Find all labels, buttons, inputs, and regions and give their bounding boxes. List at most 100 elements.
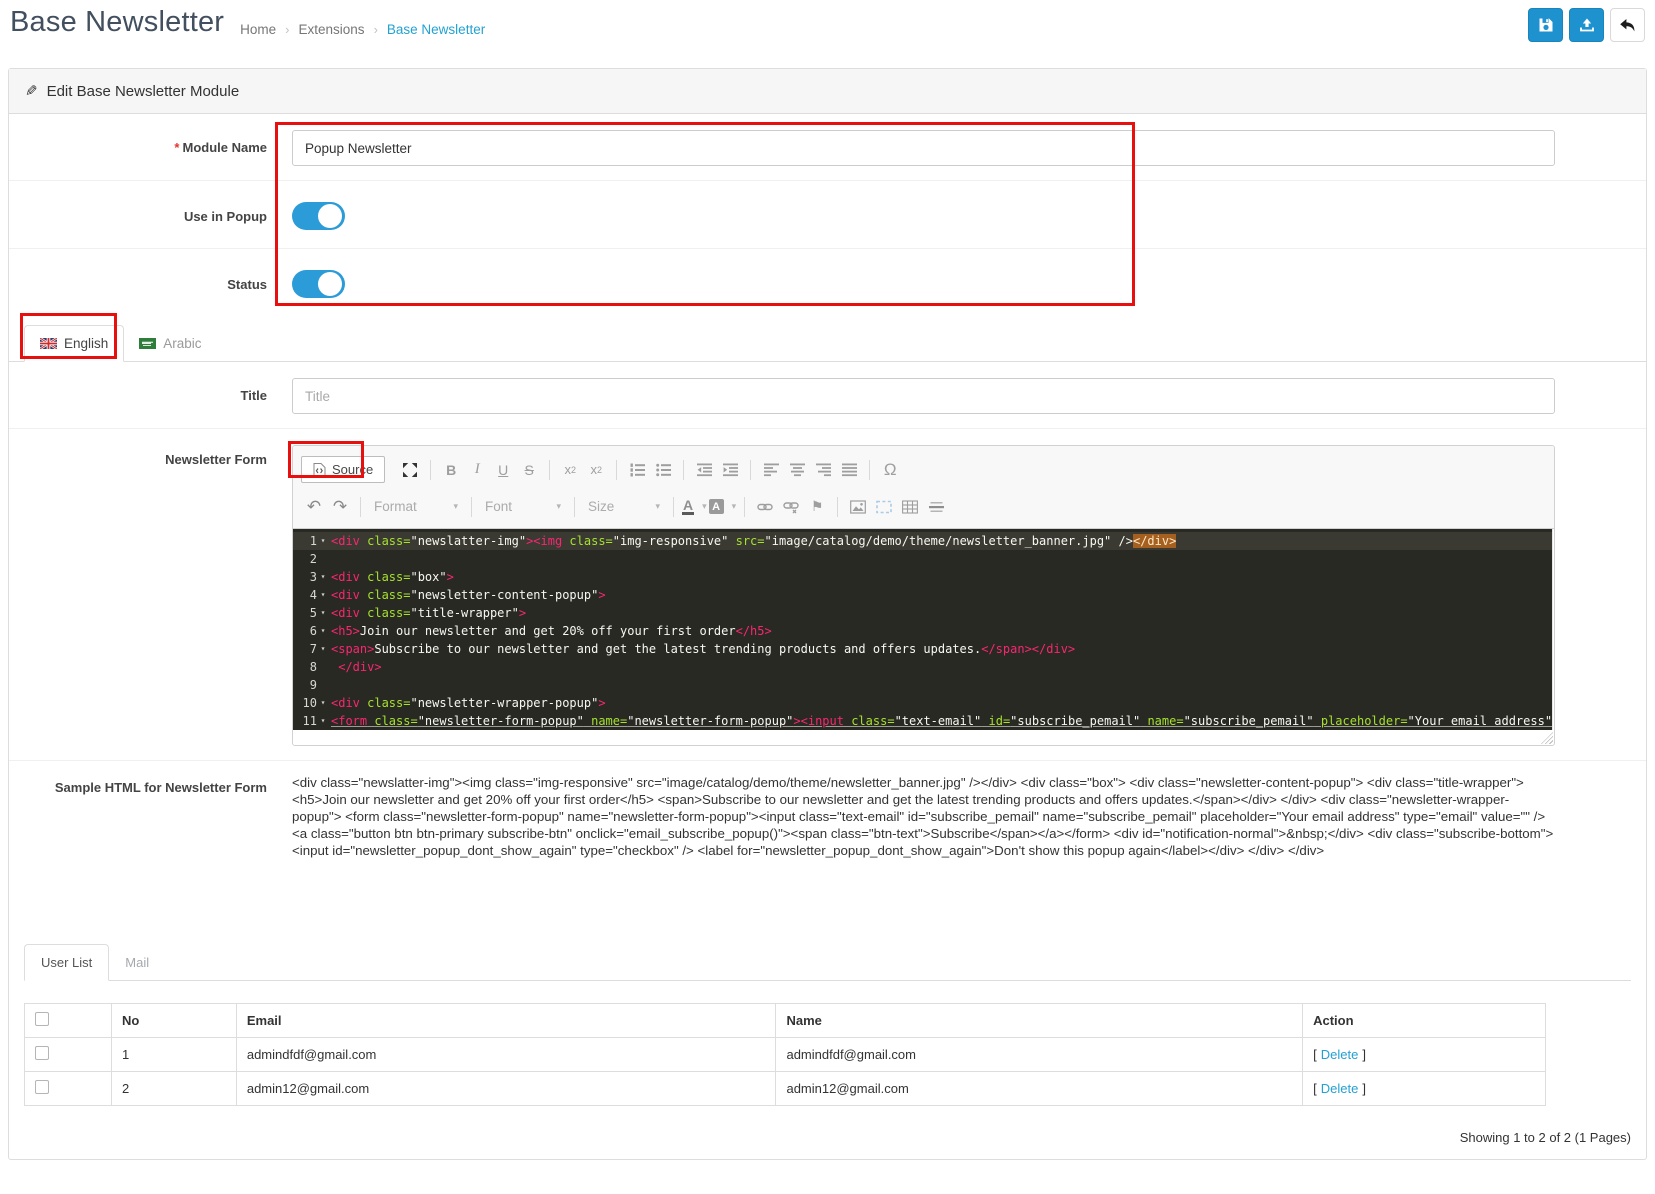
code-line: 10 ▾ <div class="newsletter-wrapper-popup"… bbox=[302, 696, 606, 710]
source-code-icon bbox=[313, 462, 326, 477]
col-header-email: Email bbox=[235, 1003, 777, 1038]
panel-heading-text: Edit Base Newsletter Module bbox=[46, 82, 240, 100]
upload-button[interactable] bbox=[1569, 8, 1604, 42]
row-checkbox[interactable] bbox=[35, 1080, 49, 1094]
fold-arrow-icon: ▾ bbox=[320, 536, 326, 545]
breadcrumb-base-newsletter[interactable]: Base Newsletter bbox=[387, 22, 485, 37]
select-all-checkbox[interactable] bbox=[35, 1012, 49, 1026]
chevron-down-icon: ▾ bbox=[655, 501, 660, 511]
code-lines: 1 ▾ <div class="newslatter-img"><img class… bbox=[293, 529, 1553, 730]
pencil-icon: ✎ bbox=[25, 83, 38, 100]
subscript-icon[interactable]: x2 bbox=[558, 458, 582, 482]
tab-arabic[interactable]: Arabic bbox=[124, 326, 216, 361]
status-group: Status bbox=[9, 249, 1646, 316]
fold-arrow-icon: ▾ bbox=[320, 698, 326, 707]
breadcrumb-extensions[interactable]: Extensions bbox=[299, 22, 365, 37]
fold-arrow-icon: ▾ bbox=[320, 608, 326, 617]
horizontal-rule-icon[interactable] bbox=[924, 495, 948, 519]
bold-icon[interactable]: B bbox=[439, 458, 463, 482]
ordered-list-icon[interactable] bbox=[625, 458, 649, 482]
module-name-label: * Module Name bbox=[174, 140, 267, 155]
tab-mail[interactable]: Mail bbox=[109, 945, 165, 980]
tab-user-list[interactable]: User List bbox=[24, 944, 110, 981]
editor-footer bbox=[293, 730, 1554, 745]
iframe-icon[interactable] bbox=[872, 495, 896, 519]
code-line: 6 ▾ <h5>Join our newsletter and get 20% of… bbox=[309, 624, 772, 638]
status-toggle[interactable] bbox=[292, 270, 345, 298]
increase-indent-icon[interactable] bbox=[718, 458, 742, 482]
code-line: 8 </div> bbox=[309, 658, 382, 676]
link-icon[interactable] bbox=[753, 495, 777, 519]
code-line: 7 ▾ <span>Subscribe to our newsletter and … bbox=[309, 642, 1076, 656]
maximize-icon[interactable] bbox=[398, 458, 422, 482]
unlink-icon[interactable] bbox=[779, 495, 803, 519]
decrease-indent-icon[interactable] bbox=[692, 458, 716, 482]
col-header-name: Name bbox=[775, 1003, 1304, 1038]
editor-toolbar: Source B I U S x 2 x 2 Ω ↶ ↷ Format ▾ Fo… bbox=[293, 446, 1554, 529]
reply-arrow-icon bbox=[1619, 18, 1636, 33]
anchor-flag-icon[interactable]: ⚑ bbox=[805, 495, 829, 519]
source-code-area[interactable]: 1 ▾ <div class="newslatter-img"><img class… bbox=[293, 529, 1554, 730]
cell-action: [Delete] bbox=[1302, 1071, 1546, 1106]
tab-arabic-label: Arabic bbox=[163, 336, 202, 351]
fold-arrow-icon: ▾ bbox=[320, 626, 326, 635]
background-color-icon[interactable]: A ▾ bbox=[708, 495, 736, 519]
delete-link[interactable]: Delete bbox=[1321, 1047, 1359, 1062]
table-row: 1 admindfdf@gmail.com admindfdf@gmail.co… bbox=[24, 1037, 1546, 1072]
superscript-icon[interactable]: x2 bbox=[584, 458, 608, 482]
justify-icon[interactable] bbox=[837, 458, 861, 482]
breadcrumb: Home › Extensions › Base Newsletter bbox=[240, 22, 485, 37]
chevron-down-icon: ▾ bbox=[556, 501, 561, 511]
delete-link[interactable]: Delete bbox=[1321, 1081, 1359, 1096]
breadcrumb-home[interactable]: Home bbox=[240, 22, 276, 37]
format-dropdown[interactable]: Format ▾ bbox=[368, 497, 464, 516]
required-asterisk: * bbox=[174, 140, 180, 155]
cell-no: 1 bbox=[110, 1037, 237, 1072]
redo-icon[interactable]: ↷ bbox=[328, 495, 352, 519]
cell-no: 2 bbox=[110, 1071, 237, 1106]
code-line: 1 ▾ <div class="newslatter-img"><img class… bbox=[293, 532, 1553, 550]
strikethrough-icon[interactable]: S bbox=[517, 458, 541, 482]
use-in-popup-group: Use in Popup bbox=[9, 181, 1646, 249]
source-button[interactable]: Source bbox=[301, 456, 386, 483]
italic-icon[interactable]: I bbox=[465, 458, 489, 482]
toggle-knob bbox=[318, 272, 342, 296]
align-right-icon[interactable] bbox=[811, 458, 835, 482]
newsletter-form-group: Newsletter Form Source B I U S x 2 x 2 Ω… bbox=[9, 429, 1646, 761]
undo-icon[interactable]: ↶ bbox=[302, 495, 326, 519]
editor-scrollbar[interactable] bbox=[1552, 529, 1554, 730]
resize-grip-icon[interactable] bbox=[1541, 732, 1553, 744]
module-name-group: * Module Name bbox=[9, 114, 1646, 181]
underline-icon[interactable]: U bbox=[491, 458, 515, 482]
upload-icon bbox=[1579, 17, 1595, 33]
source-button-label: Source bbox=[332, 462, 374, 477]
back-button[interactable] bbox=[1610, 8, 1645, 42]
align-left-icon[interactable] bbox=[759, 458, 783, 482]
fold-arrow-icon: ▾ bbox=[320, 572, 326, 581]
code-line: 4 ▾ <div class="newsletter-content-popup"> bbox=[309, 588, 606, 602]
text-color-icon[interactable]: A ▾ bbox=[682, 495, 707, 519]
tab-english[interactable]: English bbox=[24, 325, 125, 362]
row-checkbox[interactable] bbox=[35, 1046, 49, 1060]
special-char-icon[interactable]: Ω bbox=[878, 458, 902, 482]
image-icon[interactable] bbox=[846, 495, 870, 519]
ckeditor: Source B I U S x 2 x 2 Ω ↶ ↷ Format ▾ Fo… bbox=[292, 445, 1555, 746]
use-in-popup-toggle[interactable] bbox=[292, 202, 345, 230]
toggle-knob bbox=[318, 204, 342, 228]
font-dropdown[interactable]: Font ▾ bbox=[479, 497, 567, 516]
bullet-list-icon[interactable] bbox=[651, 458, 675, 482]
save-button[interactable] bbox=[1528, 8, 1563, 42]
module-name-input[interactable] bbox=[292, 130, 1555, 166]
col-header-action: Action bbox=[1302, 1003, 1546, 1038]
title-input[interactable] bbox=[292, 378, 1555, 414]
align-center-icon[interactable] bbox=[785, 458, 809, 482]
pagination-status: Showing 1 to 2 of 2 (1 Pages) bbox=[1459, 1130, 1631, 1145]
cell-name: admindfdf@gmail.com bbox=[775, 1037, 1304, 1072]
table-icon[interactable] bbox=[898, 495, 922, 519]
sample-html-group: Sample HTML for Newsletter Form <div cla… bbox=[9, 761, 1646, 873]
code-line: 5 ▾ <div class="title-wrapper"> bbox=[309, 606, 527, 620]
size-dropdown[interactable]: Size ▾ bbox=[582, 497, 666, 516]
use-in-popup-label: Use in Popup bbox=[183, 209, 267, 224]
